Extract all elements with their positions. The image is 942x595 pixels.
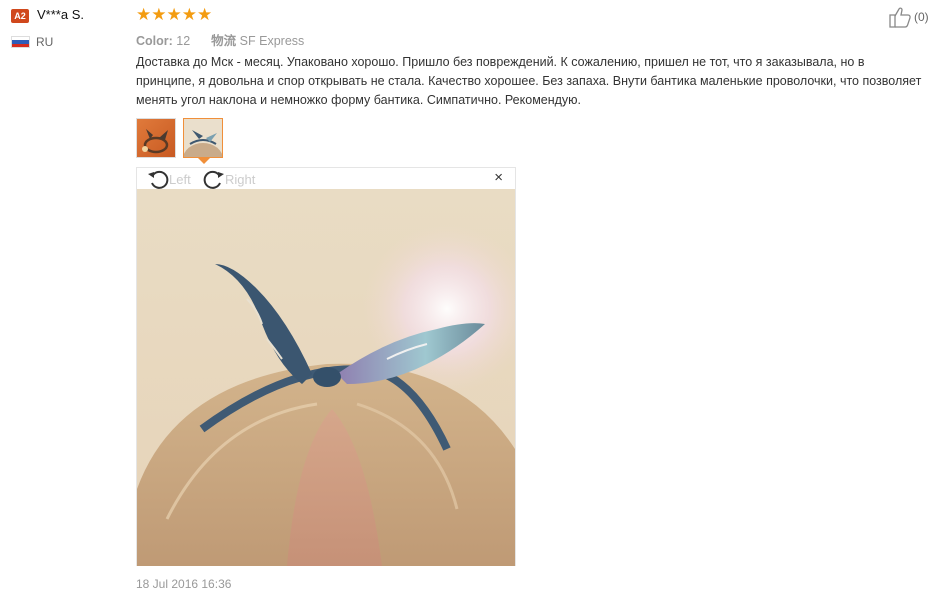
selected-thumbnail-pointer (198, 158, 210, 164)
review-photo-headband (137, 189, 515, 566)
buyer-level-badge: A2 (11, 9, 29, 23)
rotate-left-label: Left (169, 171, 191, 187)
star-rating: ★★★★★ (136, 5, 213, 24)
rotate-left-button[interactable]: Left (147, 169, 191, 189)
review-timestamp: 18 Jul 2016 16:36 (136, 577, 232, 591)
reviewer-name: V***a S. (37, 7, 84, 22)
headband-photo-thumbnail (184, 119, 222, 157)
shipping-value: SF Express (239, 34, 305, 48)
reviewer-country: RU (36, 35, 54, 49)
rotate-right-icon (203, 170, 224, 189)
review-photo-thumbnail-2[interactable] (183, 118, 223, 158)
like-button[interactable]: (0) (888, 6, 929, 28)
review-photo-thumbnail-1[interactable] (136, 118, 176, 158)
headband-photo-thumbnail (142, 129, 169, 154)
rotate-left-icon (148, 170, 169, 189)
photo-viewer: Left Right × (136, 167, 516, 566)
like-count: (0) (914, 10, 929, 24)
close-viewer-button[interactable]: × (494, 170, 503, 186)
order-meta: Color: 12 物流 SF Express (136, 30, 304, 49)
shipping-label: 物流 (211, 34, 237, 48)
rotate-right-button[interactable]: Right (203, 169, 255, 189)
thumbs-up-icon (889, 7, 911, 28)
photo-viewer-toolbar: Left Right × (137, 168, 515, 189)
color-label: Color: (136, 34, 173, 48)
russia-flag-icon (11, 36, 30, 48)
review-text: Доставка до Мск - месяц. Упаковано хорош… (136, 55, 922, 107)
rotate-right-label: Right (225, 171, 256, 187)
color-value: 12 (176, 34, 191, 48)
